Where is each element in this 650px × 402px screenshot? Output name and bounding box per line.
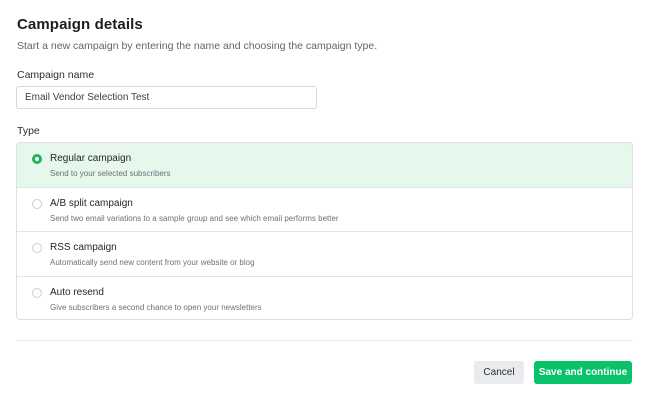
radio-button[interactable]	[32, 287, 42, 298]
campaign-name-label: Campaign name	[17, 69, 95, 81]
option-ab-split-campaign[interactable]: A/B split campaign Send two email variat…	[17, 188, 632, 232]
option-auto-resend[interactable]: Auto resend Give subscribers a second ch…	[17, 277, 632, 320]
campaign-name-input[interactable]	[16, 86, 317, 109]
option-title: Regular campaign	[50, 153, 132, 164]
radio-button[interactable]	[32, 198, 42, 209]
campaign-type-options: Regular campaign Send to your selected s…	[16, 142, 633, 320]
option-description: Send to your selected subscribers	[50, 169, 171, 178]
cancel-button[interactable]: Cancel	[474, 361, 524, 384]
type-label: Type	[17, 125, 40, 137]
save-and-continue-button[interactable]: Save and continue	[534, 361, 632, 384]
page-title: Campaign details	[17, 16, 143, 33]
option-title: Auto resend	[50, 286, 104, 298]
option-description: Automatically send new content from your…	[50, 258, 255, 267]
option-title: RSS campaign	[50, 242, 117, 253]
option-title: A/B split campaign	[50, 197, 133, 209]
footer-divider	[16, 340, 633, 341]
option-description: Give subscribers a second chance to open…	[50, 302, 262, 312]
page-subtitle: Start a new campaign by entering the nam…	[17, 40, 378, 52]
option-rss-campaign[interactable]: RSS campaign Automatically send new cont…	[17, 232, 632, 277]
option-regular-campaign[interactable]: Regular campaign Send to your selected s…	[17, 143, 632, 188]
radio-button[interactable]	[32, 243, 42, 253]
option-description: Send two email variations to a sample gr…	[50, 213, 339, 223]
radio-button-selected[interactable]	[32, 154, 42, 164]
campaign-details-page: Campaign details Start a new campaign by…	[0, 0, 650, 402]
